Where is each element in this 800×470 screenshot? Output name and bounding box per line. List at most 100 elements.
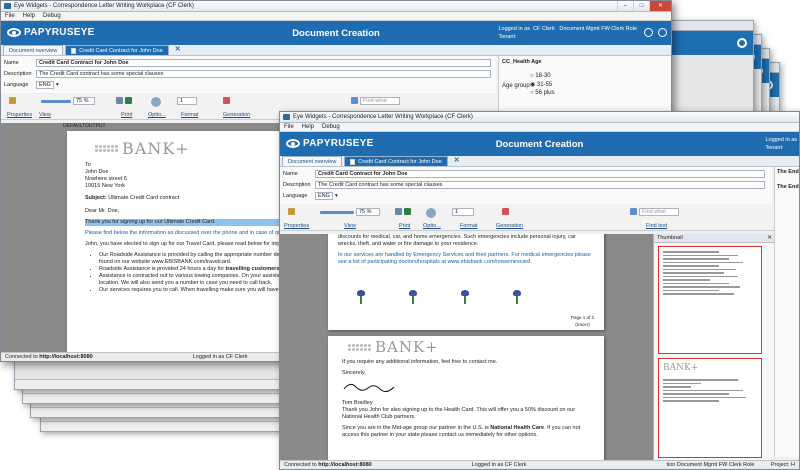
zoom-slider[interactable] [41,100,71,103]
status-user: Logged in as CF Clerk [192,354,248,360]
bank-dots-logo [348,344,371,351]
radio-31-55[interactable]: ◉ [530,82,535,88]
minimize-button[interactable]: – [617,1,633,11]
group-view[interactable]: View [39,112,51,118]
find-icon[interactable] [351,97,358,104]
close-button[interactable]: ✕ [649,1,671,11]
tab-bar: Document overview Credit Card Contract f… [280,156,799,167]
thumbnail-title: Thumbnail [657,235,683,241]
language-select[interactable]: ENG [315,191,333,200]
chevron-down-icon[interactable]: ▾ [335,193,338,199]
status-user: Logged in as CF Clerk [471,462,527,468]
export-icon[interactable] [125,97,132,104]
subject-text: Ultimate Credit Card contract [108,195,180,201]
group-generation[interactable]: Generation [223,112,250,118]
find-field[interactable]: Find what [360,97,400,105]
group-generation[interactable]: Generation [496,223,523,229]
document-icon [350,158,356,165]
options-icon[interactable] [151,97,161,107]
close-tab-icon[interactable]: ✕ [175,45,181,55]
tab-active-document[interactable]: Credit Card Contract for John Doe [65,45,169,55]
group-print[interactable]: Print [121,112,132,118]
group-properties[interactable]: Properties [7,112,32,118]
group-format[interactable]: Format [181,112,198,118]
tab-active-document[interactable]: Credit Card Contract for John Doe [344,156,448,166]
group-options[interactable]: Optio... [148,112,166,118]
zoom-slider[interactable] [320,211,354,214]
properties-icon[interactable] [288,208,295,215]
page-number-field[interactable]: 1 [177,97,197,105]
option-56-plus: 56 plus [535,90,555,96]
options-icon[interactable] [426,208,436,218]
export-icon[interactable] [404,208,411,215]
thumbnail-lines [663,251,757,295]
name-field[interactable]: Credit Card Contract for John Doe [315,169,765,178]
close-icon[interactable]: ✕ [767,234,772,243]
settings-icon[interactable] [644,28,653,37]
menu-help[interactable]: Help [302,123,314,131]
find-icon[interactable] [630,208,637,215]
user-role: Document Mgmt FW Clerk Role [559,26,637,32]
name-label: Name [283,170,298,177]
signer-name: Tom Bradley [342,400,373,406]
thumbnail-lines [663,379,757,402]
zoom-field[interactable]: 75 % [73,97,95,105]
language-select[interactable]: ENG [36,80,54,89]
user-info: Logged in as CF Clerk Document Mgmt FW C… [499,25,638,41]
power-icon[interactable] [658,28,667,37]
group-print[interactable]: Print [399,223,410,229]
description-field[interactable]: The Credit Card contract has some specia… [315,180,765,189]
bullet-bold: travelling customers [225,266,280,272]
sincerely: Sincerely, [342,370,366,376]
radio-56-plus[interactable]: ○ [530,90,534,96]
generate-icon[interactable] [502,208,509,215]
menu-help[interactable]: Help [23,12,35,20]
user-info: Logged in as Tenant: [766,136,798,152]
group-format[interactable]: Format [460,223,477,229]
tenant-label: Tenant: [765,145,784,151]
page-title: Document Creation [495,139,584,150]
tab-document-overview[interactable]: Document overview [3,45,64,55]
tab-label: Credit Card Contract for John Doe [358,158,442,165]
window-title: Eye Widgets - Correspondence Letter Writ… [293,114,473,120]
paragraph-emergency: In our services are handled by Emergency… [338,252,591,265]
print-icon[interactable] [395,208,402,215]
description-label: Description [4,70,32,77]
tab-bar: Document overview Credit Card Contract f… [1,45,671,56]
menu-debug[interactable]: Debug [322,123,340,131]
group-view[interactable]: View [344,223,356,229]
document-icon [71,47,77,54]
properties-icon[interactable] [9,97,16,104]
flower-image [512,290,522,304]
connected-label: Connected to [284,462,317,468]
maximize-button[interactable]: □ [633,1,649,11]
language-label: Language [4,81,29,88]
description-field[interactable]: The Credit Card contract has some specia… [36,69,491,78]
group-options[interactable]: Optio... [423,223,441,229]
menu-file[interactable]: File [5,12,15,20]
paragraph-more-info: If you require any additional informatio… [342,359,498,365]
option-31-55: 31-55 [536,82,553,88]
group-properties[interactable]: Properties [284,223,309,229]
find-field[interactable]: Find what [639,208,679,216]
tab-document-overview[interactable]: Document overview [282,156,343,166]
print-icon[interactable] [116,97,123,104]
menu-debug[interactable]: Debug [43,12,61,20]
thumbnail-page-1[interactable] [658,246,762,354]
app-header: PAPYRUSEYE Document Creation Logged in a… [280,132,799,156]
bank-dots-logo [95,145,118,152]
generate-icon[interactable] [223,97,230,104]
thumbnail-bank-logo: BANK+ [663,363,699,373]
page-number-field[interactable]: 1 [452,208,474,216]
flower-image [356,290,366,304]
thumbnail-page-2[interactable]: BANK+ [658,358,762,458]
thumbnail-panel: Thumbnail ✕ BANK+ [653,234,774,462]
menu-file[interactable]: File [284,123,294,131]
zoom-field[interactable]: 75 % [356,208,380,216]
status-role: tion Document Mgmt FW Clerk Role [666,462,755,468]
close-tab-icon[interactable]: ✕ [454,156,460,166]
group-find-text[interactable]: Find text [646,223,667,229]
chevron-down-icon[interactable]: ▾ [56,82,59,88]
name-field[interactable]: Credit Card Contract for John Doe [36,58,491,67]
radio-18-30[interactable]: ○ [530,73,534,79]
